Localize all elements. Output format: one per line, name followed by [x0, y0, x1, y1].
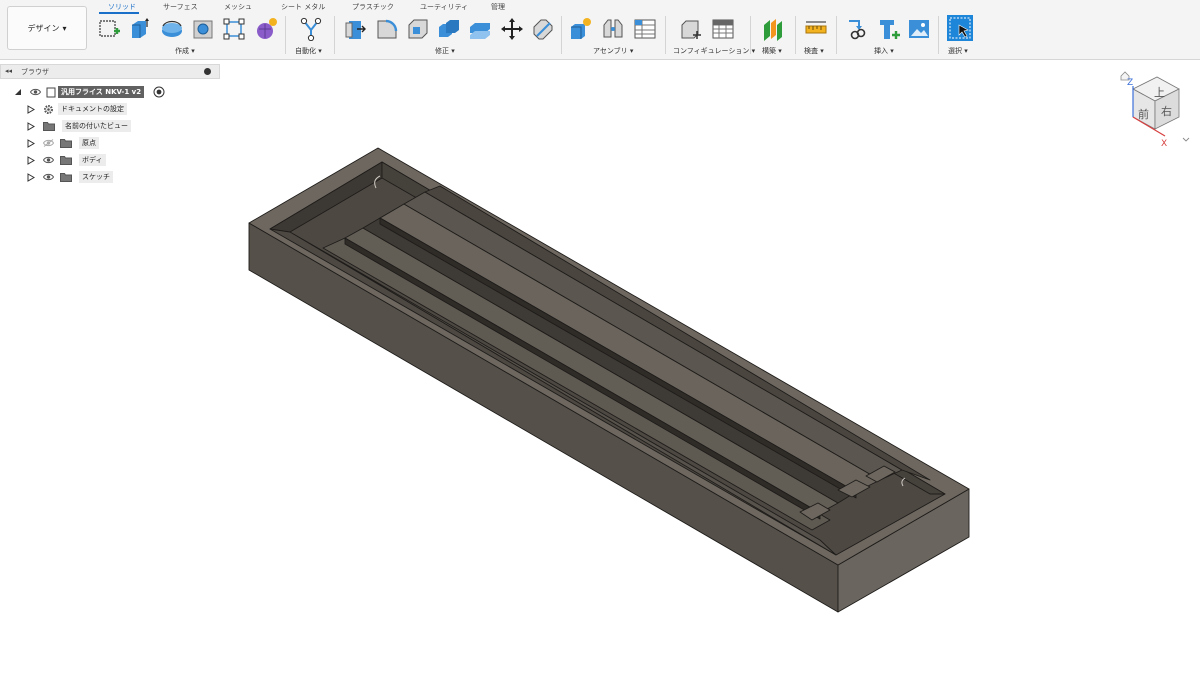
- active-tab-indicator: [99, 12, 139, 14]
- assemble-menu[interactable]: アセンブリ ▾: [593, 46, 633, 56]
- model-viewport[interactable]: [230, 140, 990, 620]
- form-icon[interactable]: [254, 17, 278, 41]
- tab-plastic[interactable]: プラスチック: [352, 2, 394, 12]
- viewcube-menu-icon[interactable]: [1182, 137, 1190, 142]
- image-icon[interactable]: [907, 17, 931, 41]
- collapsed-triangle-icon[interactable]: [27, 173, 35, 184]
- browser-item-label: 名前の付いたビュー: [62, 120, 131, 132]
- configure-menu[interactable]: コンフィギュレーション ▾: [673, 46, 755, 56]
- tab-mesh[interactable]: メッシュ: [224, 2, 252, 12]
- joint-icon[interactable]: [601, 17, 625, 41]
- minimize-panel-icon[interactable]: [204, 68, 211, 75]
- eye-icon[interactable]: [42, 156, 55, 166]
- collapsed-triangle-icon[interactable]: [27, 156, 35, 167]
- configure-icon[interactable]: [679, 17, 703, 41]
- table-icon[interactable]: [633, 17, 657, 41]
- folder-icon: [60, 155, 72, 167]
- viewcube-top-label: 上: [1154, 86, 1165, 99]
- browser-item-bodies[interactable]: ボディ: [0, 152, 220, 169]
- construct-menu[interactable]: 構築 ▾: [762, 46, 782, 56]
- folder-icon: [60, 172, 72, 184]
- inspect-menu[interactable]: 検査 ▾: [804, 46, 824, 56]
- z-axis-label: Z: [1127, 78, 1133, 88]
- fillet-icon[interactable]: [375, 17, 399, 41]
- browser-item-origin[interactable]: 原点: [0, 135, 220, 152]
- workspace-switcher-button[interactable]: デザイン ▾: [7, 6, 87, 50]
- browser-item-label: ボディ: [79, 154, 106, 166]
- hole-icon[interactable]: [191, 17, 215, 41]
- select-icon[interactable]: [947, 15, 973, 41]
- rectangle-pattern-icon[interactable]: [222, 17, 246, 41]
- viewcube[interactable]: 上 前 右 Z X: [1112, 65, 1190, 155]
- shell-icon[interactable]: [406, 17, 430, 41]
- revolve-icon[interactable]: [160, 17, 184, 41]
- insert-derive-icon[interactable]: [846, 17, 870, 41]
- activate-radio-icon[interactable]: [153, 86, 165, 100]
- toolbar-divider: [561, 16, 562, 54]
- browser-item-named-views[interactable]: 名前の付いたビュー: [0, 118, 220, 135]
- tab-surface[interactable]: サーフェス: [163, 2, 198, 12]
- toolbar-divider: [938, 16, 939, 54]
- extrude-icon[interactable]: [128, 17, 152, 41]
- eye-hidden-icon[interactable]: [42, 139, 55, 149]
- browser-item-label: 原点: [79, 137, 99, 149]
- toolbar: デザイン ▾ ソリッド サーフェス メッシュ シート メタル プラスチック ユー…: [0, 0, 1200, 60]
- browser-item-label: スケッチ: [79, 171, 113, 183]
- browser-item-document-settings[interactable]: ドキュメントの設定: [0, 101, 220, 118]
- browser-item-sketches[interactable]: スケッチ: [0, 169, 220, 186]
- chevron-down-icon: ▾: [62, 23, 67, 33]
- toolbar-divider: [285, 16, 286, 54]
- gear-icon: [43, 104, 54, 117]
- text-icon[interactable]: [877, 17, 901, 41]
- new-component-icon[interactable]: [569, 17, 593, 41]
- x-axis-label: X: [1161, 139, 1167, 149]
- viewcube-right-label: 右: [1161, 104, 1172, 118]
- select-menu[interactable]: 選択 ▾: [948, 46, 968, 56]
- browser-header: ◂◂ ブラウザ: [0, 64, 220, 79]
- expanded-triangle-icon[interactable]: [14, 88, 22, 98]
- viewcube-front-label: 前: [1138, 107, 1149, 121]
- toolbar-divider: [836, 16, 837, 54]
- toolbar-divider: [665, 16, 666, 54]
- tab-solid[interactable]: ソリッド: [108, 2, 136, 12]
- collapsed-triangle-icon[interactable]: [27, 122, 35, 133]
- root-label: 汎用フライス NKV-1 v2: [58, 86, 145, 98]
- fusion-app-window: デザイン ▾ ソリッド サーフェス メッシュ シート メタル プラスチック ユー…: [0, 0, 1200, 674]
- sketch-icon[interactable]: [97, 17, 121, 41]
- automate-icon[interactable]: [299, 17, 323, 41]
- document-icon: [46, 87, 56, 100]
- tab-utilities[interactable]: ユーティリティ: [420, 2, 468, 12]
- combine-icon[interactable]: [437, 17, 461, 41]
- modify-menu[interactable]: 修正 ▾: [435, 46, 455, 56]
- toolbar-divider: [334, 16, 335, 54]
- tab-sheet-metal[interactable]: シート メタル: [281, 2, 325, 12]
- workspace-label: デザイン: [27, 23, 60, 33]
- configure-table-icon[interactable]: [711, 17, 735, 41]
- tab-manage[interactable]: 管理: [491, 2, 505, 12]
- collapsed-triangle-icon[interactable]: [27, 105, 35, 116]
- move-icon[interactable]: [500, 17, 524, 41]
- measure-icon[interactable]: [804, 17, 828, 41]
- automate-menu[interactable]: 自動化 ▾: [295, 46, 322, 56]
- browser-item-label: ドキュメントの設定: [58, 103, 127, 115]
- folder-icon: [60, 138, 72, 150]
- offset-face-icon[interactable]: [468, 17, 492, 41]
- eye-icon[interactable]: [42, 173, 55, 183]
- browser-panel: ◂◂ ブラウザ 汎用フライス NKV-1 v2 ドキュメントの設定 名前の付いた…: [0, 64, 220, 186]
- toolbar-divider: [795, 16, 796, 54]
- create-menu[interactable]: 作成 ▾: [175, 46, 195, 56]
- press-pull-icon[interactable]: [343, 17, 367, 41]
- split-icon[interactable]: [531, 17, 555, 41]
- toolbar-divider: [750, 16, 751, 54]
- eye-icon[interactable]: [29, 88, 42, 98]
- collapsed-triangle-icon[interactable]: [27, 139, 35, 150]
- browser-title: ブラウザ: [21, 68, 49, 76]
- fixture-tray-model[interactable]: [248, 147, 970, 613]
- plane-icon[interactable]: [761, 17, 785, 41]
- folder-icon: [43, 121, 55, 133]
- insert-menu[interactable]: 挿入 ▾: [874, 46, 894, 56]
- browser-root-node[interactable]: 汎用フライス NKV-1 v2: [0, 84, 220, 101]
- collapse-panel-icon[interactable]: ◂◂: [5, 67, 12, 75]
